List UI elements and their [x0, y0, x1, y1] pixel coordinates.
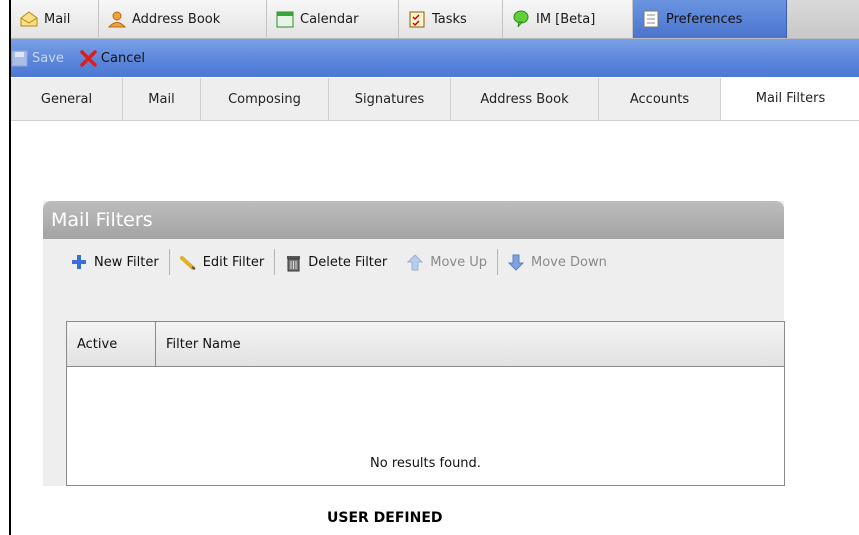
app-tab-bar: Mail Address Book Calendar Tasks IM [Bet…: [11, 0, 859, 39]
app-window: Mail Address Book Calendar Tasks IM [Bet…: [9, 0, 859, 535]
preferences-toolbar: Save Cancel: [11, 39, 859, 77]
tab-mail-filters[interactable]: Mail Filters: [721, 78, 859, 120]
tab-composing[interactable]: Composing: [201, 78, 329, 120]
plus-icon: [71, 254, 88, 271]
tab-signatures[interactable]: Signatures: [329, 78, 451, 120]
tab-label: Calendar: [300, 11, 359, 27]
tab-address-book-settings[interactable]: Address Book: [451, 78, 599, 120]
tab-accounts[interactable]: Accounts: [599, 78, 721, 120]
move-down-label: Move Down: [531, 254, 607, 270]
tab-preferences[interactable]: Preferences: [633, 0, 787, 38]
mail-envelope-icon: [20, 10, 38, 28]
tab-label: IM [Beta]: [536, 11, 596, 27]
tab-calendar[interactable]: Calendar: [267, 0, 399, 38]
pencil-icon: [179, 254, 197, 271]
tab-general[interactable]: General: [11, 78, 123, 120]
mail-filters-panel: Mail Filters New Filter Edit Filter Dele…: [43, 201, 785, 486]
filter-toolbar: New Filter Edit Filter Delete Filter Mov…: [43, 239, 784, 285]
move-up-label: Move Up: [430, 254, 488, 270]
new-filter-button[interactable]: New Filter: [43, 248, 169, 276]
cancel-button[interactable]: Cancel: [80, 49, 145, 67]
calendar-icon: [276, 10, 294, 28]
move-up-button[interactable]: Move Up: [397, 248, 497, 276]
tab-label: Tasks: [432, 11, 467, 27]
edit-filter-label: Edit Filter: [202, 254, 265, 270]
tab-im[interactable]: IM [Beta]: [503, 0, 633, 38]
preferences-list-icon: [642, 10, 660, 28]
preferences-tab-bar: General Mail Composing Signatures Addres…: [11, 78, 859, 121]
save-disk-icon: [11, 50, 28, 67]
save-label: Save: [32, 50, 64, 66]
tab-label: Preferences: [666, 11, 743, 27]
column-header-active[interactable]: Active: [67, 322, 156, 366]
user-defined-label: USER DEFINED: [327, 510, 443, 526]
arrow-up-icon: [407, 253, 424, 271]
address-book-person-icon: [108, 10, 126, 28]
edit-filter-button[interactable]: Edit Filter: [170, 248, 275, 276]
tasks-checklist-icon: [408, 10, 426, 28]
save-button[interactable]: Save: [11, 50, 64, 67]
column-header-filter-name[interactable]: Filter Name: [156, 322, 784, 366]
tab-bar-filler: [787, 0, 859, 38]
tab-address-book[interactable]: Address Book: [99, 0, 267, 38]
tab-label: Mail: [44, 11, 71, 27]
table-header: Active Filter Name: [67, 322, 784, 367]
cancel-label: Cancel: [100, 50, 145, 66]
im-chat-bubble-icon: [512, 10, 530, 28]
tab-mail[interactable]: Mail: [11, 0, 99, 38]
empty-results-message: No results found.: [370, 456, 481, 471]
tab-label: Address Book: [132, 11, 221, 27]
delete-filter-label: Delete Filter: [308, 254, 388, 270]
arrow-down-icon: [508, 254, 525, 271]
tab-mail-settings[interactable]: Mail: [123, 78, 201, 120]
trash-can-icon: [285, 254, 302, 271]
new-filter-label: New Filter: [94, 254, 159, 270]
move-down-button[interactable]: Move Down: [498, 248, 617, 276]
tab-tasks[interactable]: Tasks: [399, 0, 503, 38]
panel-title: Mail Filters: [43, 201, 784, 239]
cancel-x-icon: [80, 49, 97, 67]
delete-filter-button[interactable]: Delete Filter: [275, 248, 397, 276]
filters-table: Active Filter Name No results found.: [66, 321, 785, 486]
